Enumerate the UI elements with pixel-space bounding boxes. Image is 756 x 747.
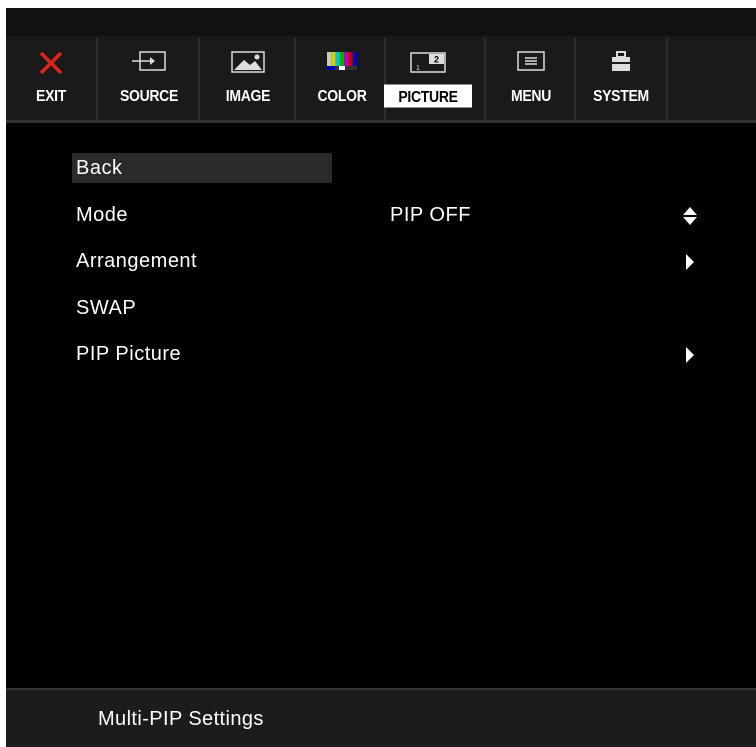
menu-item-label: Arrangement <box>76 250 198 272</box>
tab-divider <box>96 38 98 120</box>
tab-menu[interactable]: MENU <box>492 36 570 120</box>
tab-picture[interactable]: 2 1 PICTURE <box>384 36 472 120</box>
svg-text:2: 2 <box>434 55 439 65</box>
tab-system[interactable]: SYSTEM <box>580 36 662 120</box>
mode-value: PIP OFF <box>390 204 471 226</box>
osd-top-strip <box>6 8 756 36</box>
menu-item-swap[interactable]: SWAP <box>66 293 706 327</box>
tab-source-label: SOURCE <box>119 85 179 105</box>
menu-item-label: PIP Picture <box>76 343 182 365</box>
menu-item-label: Mode <box>76 204 129 226</box>
menu-panel: Back Mode PIP OFF Arrangement SWAP PIP P… <box>6 123 756 688</box>
tab-exit-label: EXIT <box>36 85 66 105</box>
tab-menu-label: MENU <box>510 85 552 105</box>
svg-text:1: 1 <box>416 65 420 72</box>
tab-image-label: IMAGE <box>225 85 271 105</box>
menu-icon <box>517 51 545 71</box>
pip-icon: 2 1 <box>410 52 446 73</box>
chevron-right-icon <box>686 254 694 270</box>
tab-picture-label: PICTURE <box>384 84 472 108</box>
image-icon <box>231 51 265 73</box>
tab-exit[interactable]: EXIT <box>14 36 88 120</box>
status-footer: Multi-PIP Settings <box>6 688 756 747</box>
system-icon <box>612 51 630 71</box>
tab-system-label: SYSTEM <box>593 85 649 105</box>
tab-color-label: COLOR <box>317 85 367 105</box>
source-icon <box>132 51 166 71</box>
up-down-arrow-icon[interactable] <box>682 206 698 226</box>
osd-window: EXIT SOURCE IMAGE COLOR 2 1 PICTURE MENU… <box>6 8 756 747</box>
tab-source[interactable]: SOURCE <box>106 36 192 120</box>
tab-divider <box>294 38 296 120</box>
footer-title: Multi-PIP Settings <box>98 708 264 730</box>
menu-item-label: SWAP <box>76 297 137 319</box>
tab-bar: EXIT SOURCE IMAGE COLOR 2 1 PICTURE MENU… <box>6 36 756 123</box>
tab-divider <box>666 38 668 120</box>
chevron-right-icon <box>686 347 694 363</box>
menu-item-back[interactable]: Back <box>66 153 706 187</box>
menu-item-arrangement[interactable]: Arrangement <box>66 246 706 280</box>
tab-divider <box>574 38 576 120</box>
menu-item-pip-picture[interactable]: PIP Picture <box>66 339 706 373</box>
tab-divider <box>198 38 200 120</box>
menu-item-label: Back <box>76 157 123 179</box>
menu-item-mode[interactable]: Mode PIP OFF <box>66 200 706 234</box>
close-icon <box>39 51 63 75</box>
tab-color[interactable]: COLOR <box>302 36 382 120</box>
tab-image[interactable]: IMAGE <box>206 36 290 120</box>
color-bars-icon <box>327 52 358 70</box>
tab-divider <box>484 38 486 120</box>
